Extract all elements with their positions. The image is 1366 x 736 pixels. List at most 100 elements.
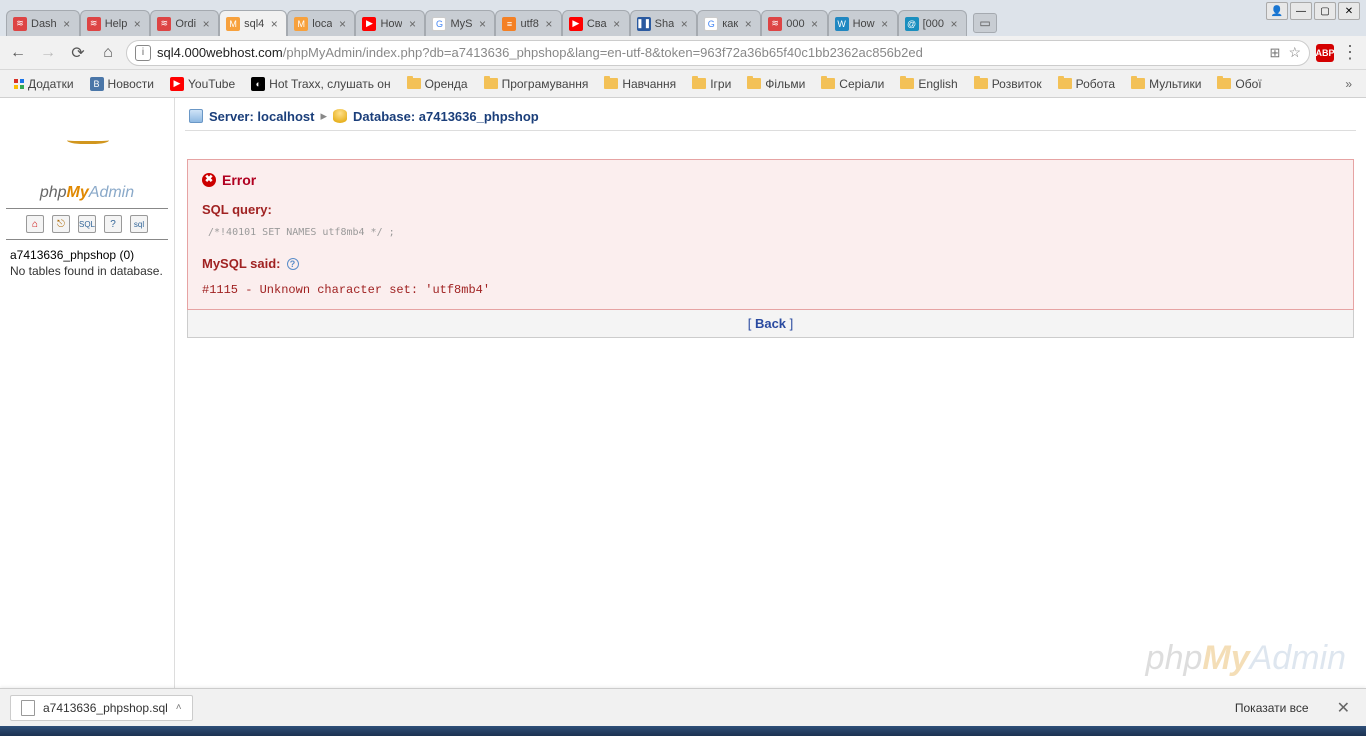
bookmark-item[interactable]: ▶ YouTube bbox=[164, 75, 241, 93]
tab-close-icon[interactable]: × bbox=[543, 17, 555, 31]
taskbar bbox=[0, 726, 1366, 736]
url-bar[interactable]: i sql4.000webhost.com/phpMyAdmin/index.p… bbox=[126, 40, 1310, 66]
folder-icon bbox=[1131, 78, 1145, 89]
new-tab-button[interactable]: ▭ bbox=[973, 13, 997, 33]
bookmark-folder[interactable]: English bbox=[894, 75, 963, 93]
logout-icon[interactable]: ⎋ bbox=[52, 215, 70, 233]
tab-close-icon[interactable]: × bbox=[406, 17, 418, 31]
bookmark-folder[interactable]: Навчання bbox=[598, 75, 682, 93]
browser-tab[interactable]: Gкак× bbox=[697, 10, 761, 36]
bookmarks-apps-label: Додатки bbox=[28, 77, 74, 91]
tab-close-icon[interactable]: × bbox=[742, 17, 754, 31]
chevron-up-icon[interactable]: ˄ bbox=[176, 702, 182, 713]
abp-icon[interactable]: ABP bbox=[1316, 44, 1334, 62]
bookmarks-apps[interactable]: Додатки bbox=[8, 75, 80, 93]
bookmark-folder[interactable]: Ігри bbox=[686, 75, 737, 93]
tab-close-icon[interactable]: × bbox=[948, 17, 960, 31]
mysql-error-text: #1115 - Unknown character set: 'utf8mb4' bbox=[202, 283, 1339, 297]
bookmark-folder[interactable]: Серіали bbox=[815, 75, 890, 93]
bracket-open: [ bbox=[748, 316, 755, 331]
tab-close-icon[interactable]: × bbox=[268, 17, 280, 31]
browser-tab[interactable]: ≋Dash× bbox=[6, 10, 80, 36]
bookmark-folder[interactable]: Обої bbox=[1211, 75, 1267, 93]
bookmark-folder[interactable]: Фільми bbox=[741, 75, 811, 93]
bookmark-star-icon[interactable]: ☆ bbox=[1288, 44, 1301, 61]
bookmark-favicon: ◐ bbox=[251, 77, 265, 91]
sql-icon[interactable]: SQL bbox=[78, 215, 96, 233]
bookmark-folder[interactable]: Програмування bbox=[478, 75, 595, 93]
folder-icon bbox=[484, 78, 498, 89]
browser-tab[interactable]: WHow× bbox=[828, 10, 898, 36]
home-icon[interactable]: ⌂ bbox=[26, 215, 44, 233]
browser-tab[interactable]: ≋Help× bbox=[80, 10, 151, 36]
bookmark-favicon: ▶ bbox=[170, 77, 184, 91]
nav-home[interactable]: ⌂ bbox=[96, 41, 120, 65]
tab-close-icon[interactable]: × bbox=[879, 17, 891, 31]
bookmark-folder-label: Серіали bbox=[839, 77, 884, 91]
tab-close-icon[interactable]: × bbox=[678, 17, 690, 31]
bookmark-folder[interactable]: Робота bbox=[1052, 75, 1121, 93]
tab-favicon: ≋ bbox=[768, 17, 782, 31]
url-host: sql4.000webhost.com bbox=[157, 45, 283, 60]
browser-tab[interactable]: Msql4× bbox=[219, 10, 287, 36]
tab-close-icon[interactable]: × bbox=[61, 17, 73, 31]
bookmark-item[interactable]: BНовости bbox=[84, 75, 160, 93]
tab-close-icon[interactable]: × bbox=[200, 17, 212, 31]
tab-favicon: ≡ bbox=[502, 17, 516, 31]
folder-icon bbox=[1058, 78, 1072, 89]
tab-label: loca bbox=[312, 18, 332, 30]
tab-close-icon[interactable]: × bbox=[336, 17, 348, 31]
folder-icon bbox=[1217, 78, 1231, 89]
help-icon[interactable]: ? bbox=[287, 258, 299, 270]
browser-tab[interactable]: GMyS× bbox=[425, 10, 495, 36]
tab-label: Ordi bbox=[175, 18, 196, 30]
browser-tab[interactable]: ❚❚Sha× bbox=[630, 10, 698, 36]
bookmarks-overflow[interactable]: » bbox=[1339, 77, 1358, 91]
tab-label: sql4 bbox=[244, 18, 264, 30]
breadcrumb-server-link[interactable]: Server: localhost bbox=[209, 109, 315, 124]
browser-tab[interactable]: ≋Ordi× bbox=[150, 10, 219, 36]
browser-tab[interactable]: ▶Сва× bbox=[562, 10, 630, 36]
bookmark-folder-label: Мультики bbox=[1149, 77, 1201, 91]
download-show-all[interactable]: Показати все bbox=[1227, 697, 1317, 719]
tab-favicon: M bbox=[294, 17, 308, 31]
nav-forward[interactable]: → bbox=[36, 41, 60, 65]
translate-icon[interactable]: ⊞ bbox=[1270, 45, 1281, 61]
window-minimize[interactable]: — bbox=[1290, 2, 1312, 20]
browser-tab[interactable]: @[000× bbox=[898, 10, 967, 36]
site-info-icon[interactable]: i bbox=[135, 45, 151, 61]
bookmark-folder-label: Ігри bbox=[710, 77, 731, 91]
pma-sidebar: phpMyAdmin ⌂ ⎋ SQL ? sql a7413636_phpsho… bbox=[0, 98, 175, 688]
browser-tab[interactable]: Mloca × bbox=[287, 10, 355, 36]
sql-query-code: /*!40101 SET NAMES utf8mb4 */ ; bbox=[208, 227, 1339, 238]
bookmark-folder[interactable]: Розвиток bbox=[968, 75, 1048, 93]
download-bar-close[interactable]: ✕ bbox=[1331, 698, 1356, 718]
window-maximize[interactable]: ▢ bbox=[1314, 2, 1336, 20]
tab-close-icon[interactable]: × bbox=[611, 17, 623, 31]
url-path: /phpMyAdmin/index.php?db=a7413636_phpsho… bbox=[283, 45, 923, 60]
browser-menu[interactable]: ⋮ bbox=[1340, 42, 1360, 63]
bookmark-folder[interactable]: Оренда bbox=[401, 75, 474, 93]
window-close[interactable]: ✕ bbox=[1338, 2, 1360, 20]
sidebar-database[interactable]: a7413636_phpshop (0) bbox=[6, 246, 168, 264]
tab-close-icon[interactable]: × bbox=[131, 17, 143, 31]
database-icon bbox=[333, 109, 347, 123]
browser-tab[interactable]: ≋000× bbox=[761, 10, 827, 36]
nav-back[interactable]: ← bbox=[6, 41, 30, 65]
download-item[interactable]: a7413636_phpshop.sql ˄ bbox=[10, 695, 193, 721]
nav-reload[interactable]: ⟳ bbox=[66, 41, 90, 65]
tab-favicon: G bbox=[704, 17, 718, 31]
back-bar: [ Back ] bbox=[187, 310, 1354, 338]
browser-tab[interactable]: ≡utf8× bbox=[495, 10, 561, 36]
breadcrumb-db-link[interactable]: Database: a7413636_phpshop bbox=[353, 109, 539, 124]
docs-icon[interactable]: ? bbox=[104, 215, 122, 233]
tab-close-icon[interactable]: × bbox=[809, 17, 821, 31]
window-user-icon[interactable]: 👤 bbox=[1266, 2, 1288, 20]
query-icon[interactable]: sql bbox=[130, 215, 148, 233]
bookmark-folder[interactable]: Мультики bbox=[1125, 75, 1207, 93]
browser-tab[interactable]: ▶How× bbox=[355, 10, 425, 36]
tab-close-icon[interactable]: × bbox=[476, 17, 488, 31]
bookmark-item[interactable]: ◐Hot Traxx, слушать он bbox=[245, 75, 396, 93]
back-link[interactable]: Back bbox=[755, 316, 786, 331]
bookmark-label: YouTube bbox=[188, 77, 235, 91]
